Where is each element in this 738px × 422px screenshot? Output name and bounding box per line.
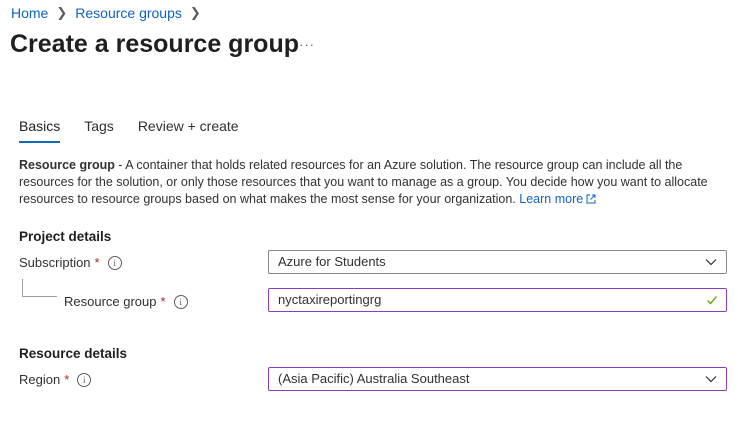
- info-icon[interactable]: i: [107, 255, 122, 270]
- tab-basics[interactable]: Basics: [19, 118, 61, 143]
- resource-group-label-text: Resource group: [64, 294, 157, 309]
- checkmark-icon: [707, 296, 717, 305]
- external-link-icon: [586, 194, 596, 204]
- chevron-right-icon: ❯: [56, 5, 68, 20]
- tab-review-create[interactable]: Review + create: [138, 118, 239, 143]
- chevron-right-icon: ❯: [189, 5, 201, 20]
- breadcrumb: Home ❯ Resource groups ❯: [11, 5, 201, 21]
- learn-more-link[interactable]: Learn more: [519, 192, 596, 206]
- tab-bar: Basics Tags Review + create: [19, 118, 263, 143]
- region-label: Region * i: [19, 372, 92, 387]
- region-value: (Asia Pacific) Australia Southeast: [278, 371, 470, 386]
- description-term: Resource group: [19, 158, 115, 172]
- resource-group-description: Resource group - A container that holds …: [19, 157, 729, 208]
- subscription-label-text: Subscription: [19, 255, 91, 270]
- required-marker: *: [160, 294, 166, 309]
- resource-group-label: Resource group * i: [64, 294, 188, 309]
- region-label-text: Region: [19, 372, 61, 387]
- info-icon[interactable]: i: [173, 294, 188, 309]
- info-icon[interactable]: i: [77, 372, 92, 387]
- description-text: - A container that holds related resourc…: [19, 158, 708, 206]
- page-title: Create a resource group: [10, 30, 299, 58]
- subscription-value: Azure for Students: [278, 254, 386, 269]
- required-marker: *: [94, 255, 100, 270]
- required-marker: *: [64, 372, 70, 387]
- subscription-select[interactable]: Azure for Students: [268, 250, 727, 274]
- tree-connector: [22, 279, 23, 296]
- region-select[interactable]: (Asia Pacific) Australia Southeast: [268, 367, 727, 391]
- breadcrumb-home-link[interactable]: Home: [11, 5, 48, 21]
- resource-group-input[interactable]: nyctaxireportingrg: [268, 288, 727, 312]
- chevron-down-icon: [705, 376, 717, 383]
- chevron-down-icon: [705, 259, 717, 266]
- subscription-label: Subscription * i: [19, 255, 122, 270]
- breadcrumb-resource-groups-link[interactable]: Resource groups: [75, 5, 182, 21]
- tree-connector: [22, 296, 57, 297]
- more-actions-icon[interactable]: ···: [299, 37, 315, 52]
- tab-tags[interactable]: Tags: [84, 118, 114, 143]
- learn-more-label: Learn more: [519, 192, 584, 206]
- project-details-heading: Project details: [19, 229, 112, 244]
- resource-details-heading: Resource details: [19, 346, 128, 361]
- resource-group-value: nyctaxireportingrg: [278, 292, 382, 307]
